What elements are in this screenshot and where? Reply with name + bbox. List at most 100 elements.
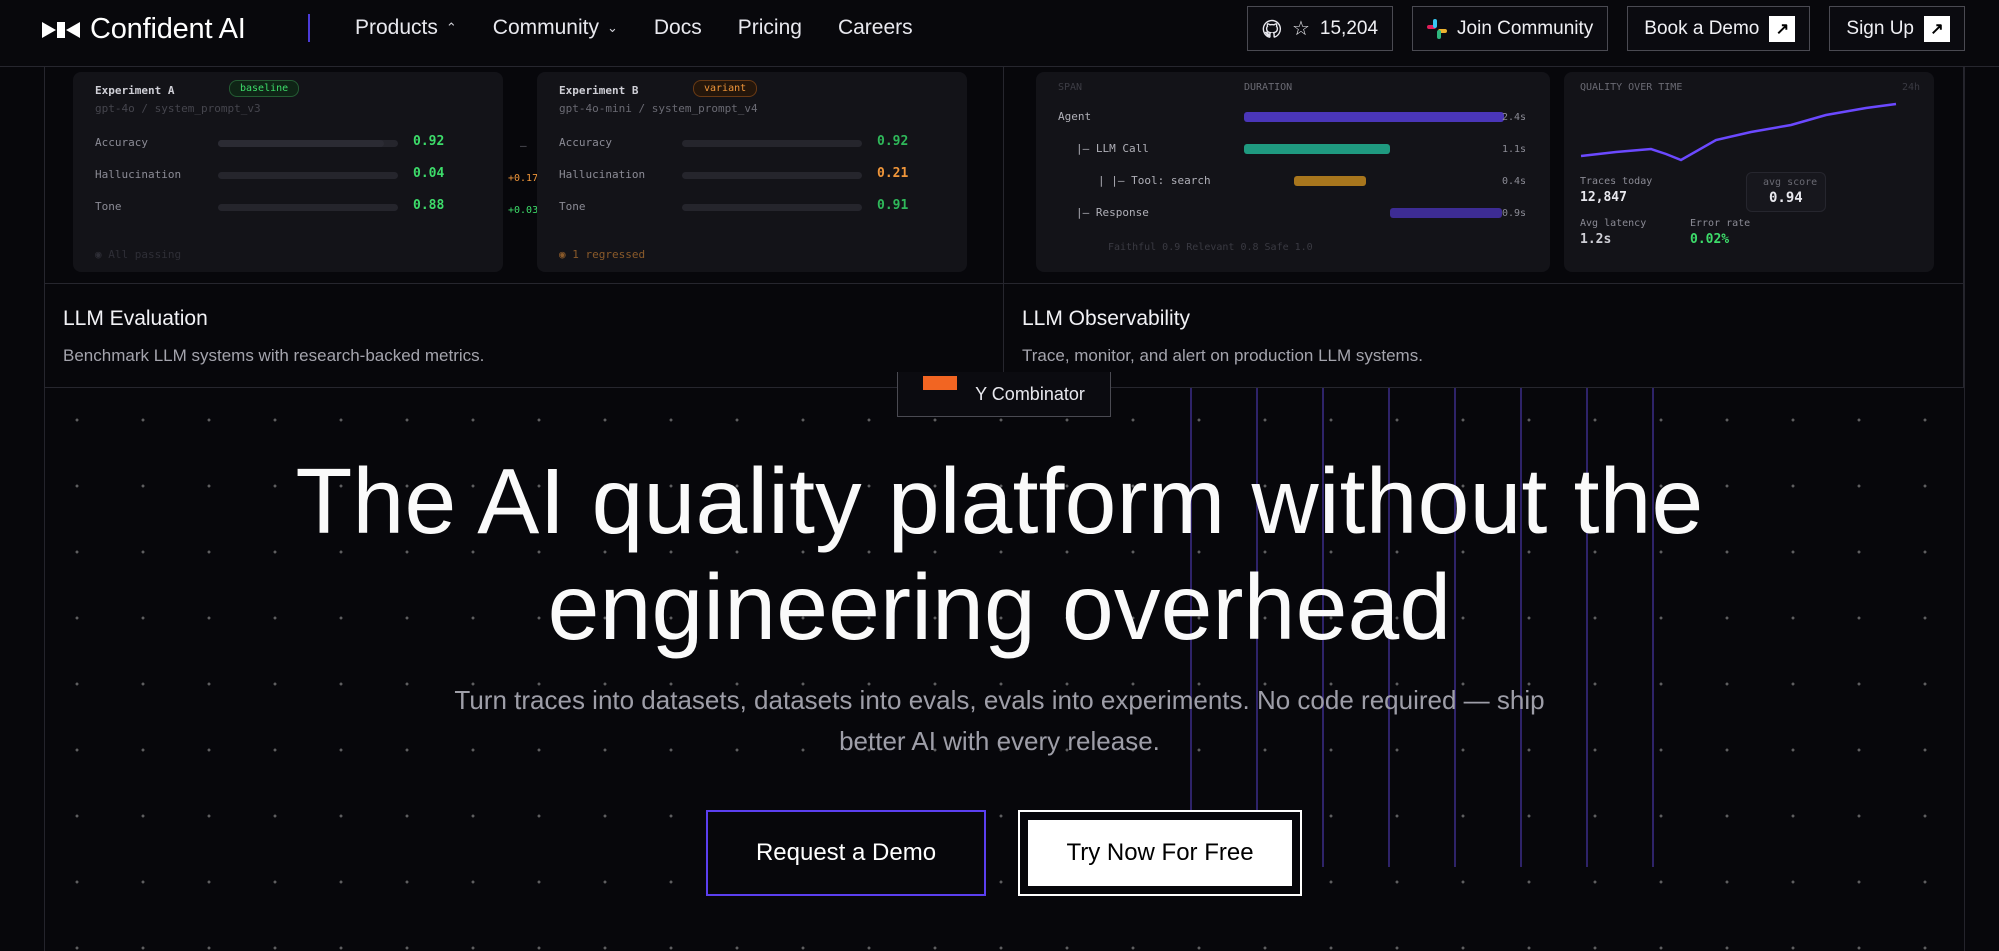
- metric-hallucination-label: Hallucination: [95, 168, 182, 181]
- metric-accuracy-label: Accuracy: [95, 136, 148, 149]
- nav-community[interactable]: Community ⌄: [493, 16, 618, 40]
- experiment-a-status: ◉ All passing: [95, 248, 182, 261]
- quality-sparkline: [1580, 102, 1897, 162]
- yc-badge-label: Y Combinator: [975, 383, 1085, 404]
- brand-name: Confident AI: [90, 13, 246, 45]
- experiment-a-name: Experiment A: [95, 84, 175, 97]
- observability-preview: SPAN DURATION Agent 2.4s |— LLM Call 1.1…: [1004, 67, 1963, 284]
- nav-actions: ☆ 15,204 Join Community Book a Demo ↗ Si…: [1246, 6, 1965, 51]
- avg-latency-value: 1.2s: [1580, 232, 1612, 247]
- experiment-a-panel: Experiment A baseline gpt-4o / system_pr…: [73, 72, 503, 272]
- avg-score-box: avg score 0.94: [1746, 172, 1826, 212]
- sign-up-button[interactable]: Sign Up ↗: [1829, 6, 1965, 51]
- top-navbar: Confident AI Products ⌃ Community ⌄ Docs P…: [0, 0, 1999, 67]
- join-community-label: Join Community: [1457, 17, 1594, 39]
- hero-headline: The AI quality platform without the engi…: [0, 448, 1999, 660]
- span-header: SPAN: [1058, 82, 1083, 93]
- card-subtitle: Benchmark LLM systems with research-back…: [63, 346, 485, 365]
- span-tool-search: | |— Tool: search: [1098, 174, 1211, 187]
- chevron-up-icon: ⌃: [445, 20, 457, 35]
- span-response: |— Response: [1076, 206, 1149, 219]
- product-cards: Experiment A baseline gpt-4o / system_pr…: [44, 67, 1965, 388]
- card-divider: [45, 283, 1003, 284]
- slack-icon: [1427, 18, 1448, 39]
- experiment-b-model: gpt-4o-mini / system_prompt_v4: [559, 102, 758, 115]
- card-llm-evaluation[interactable]: Experiment A baseline gpt-4o / system_pr…: [44, 67, 1004, 388]
- hero-subheadline-line-2: better AI with every release.: [839, 726, 1160, 756]
- nav-links: Products ⌃ Community ⌄ Docs Pricing Career…: [355, 16, 913, 40]
- nav-separator: [308, 14, 310, 42]
- error-rate-value: 0.02%: [1690, 232, 1730, 247]
- metric-hallucination-a: 0.04: [413, 166, 445, 181]
- github-icon: [1262, 19, 1281, 38]
- github-star-count: 15,204: [1319, 17, 1379, 39]
- span-agent-duration: 2.4s: [1502, 112, 1527, 123]
- metric-tone-b: 0.91: [877, 198, 909, 213]
- github-stars-button[interactable]: ☆ 15,204: [1246, 6, 1394, 51]
- metric-accuracy-a: 0.92: [413, 134, 445, 149]
- nav-products-label: Products: [355, 16, 438, 39]
- nav-community-label: Community: [492, 16, 599, 39]
- join-community-button[interactable]: Join Community: [1412, 6, 1609, 51]
- nav-products[interactable]: Products ⌃: [355, 16, 457, 40]
- experiment-b-panel: Experiment B variant gpt-4o-mini / syste…: [537, 72, 967, 272]
- metric-tone-label: Tone: [95, 200, 122, 213]
- experiment-a-model: gpt-4o / system_prompt_v3: [95, 102, 261, 115]
- metric-tone-delta: +0.03: [508, 205, 539, 216]
- metric-accuracy-label-b: Accuracy: [559, 136, 612, 149]
- card-llm-observability[interactable]: SPAN DURATION Agent 2.4s |— LLM Call 1.1…: [1004, 67, 1964, 388]
- arrow-up-right-icon: ↗: [1769, 15, 1796, 42]
- quality-panel: QUALITY OVER TIME 24h Traces today 12,84…: [1564, 72, 1934, 272]
- try-now-free-button[interactable]: Try Now For Free: [1018, 810, 1302, 896]
- sign-up-label: Sign Up: [1846, 17, 1914, 39]
- span-llm-call-duration: 1.1s: [1502, 144, 1527, 155]
- bowtie-logo-icon: [42, 20, 80, 40]
- book-demo-label: Book a Demo: [1644, 17, 1760, 39]
- variant-tag: variant: [693, 80, 758, 97]
- book-demo-button[interactable]: Book a Demo ↗: [1627, 6, 1811, 51]
- metric-accuracy-b: 0.92: [877, 134, 909, 149]
- error-rate-label: Error rate: [1690, 218, 1751, 229]
- metric-tone-label-b: Tone: [559, 200, 586, 213]
- metric-hallucination-b: 0.21: [877, 166, 909, 181]
- arrow-up-right-icon: ↗: [1924, 15, 1950, 42]
- card-divider: [1004, 283, 1963, 284]
- avg-score-label: avg score: [1763, 177, 1818, 188]
- request-demo-button[interactable]: Request a Demo: [706, 810, 986, 896]
- card-title: LLM Evaluation: [63, 307, 208, 330]
- span-response-duration: 0.9s: [1502, 208, 1527, 219]
- hero-subheadline: Turn traces into datasets, datasets into…: [0, 680, 1999, 762]
- card-title: LLM Observability: [1022, 307, 1191, 330]
- span-llm-call: |— LLM Call: [1076, 142, 1149, 155]
- yc-logo-icon: [923, 376, 958, 390]
- trace-panel: SPAN DURATION Agent 2.4s |— LLM Call 1.1…: [1036, 72, 1550, 272]
- experiment-b-name: Experiment B: [559, 84, 639, 97]
- span-tool-search-duration: 0.4s: [1502, 176, 1527, 187]
- card-subtitle: Trace, monitor, and alert on production …: [1022, 346, 1423, 365]
- evaluation-preview: Experiment A baseline gpt-4o / system_pr…: [45, 67, 1003, 284]
- duration-header: DURATION: [1244, 82, 1293, 93]
- try-now-free-label: Try Now For Free: [1028, 820, 1292, 886]
- nav-docs[interactable]: Docs: [654, 16, 702, 40]
- baseline-tag: baseline: [229, 80, 300, 97]
- eval-scores: Faithful 0.9 Relevant 0.8 Safe 1.0: [1108, 242, 1313, 253]
- traces-today-value: 12,847: [1580, 190, 1627, 205]
- star-icon: ☆: [1291, 18, 1310, 40]
- brand-logo[interactable]: Confident AI: [42, 13, 246, 46]
- hero-headline-line-1: The AI quality platform without the: [295, 449, 1704, 553]
- avg-score-value: 0.94: [1769, 190, 1803, 206]
- span-agent: Agent: [1058, 110, 1092, 123]
- metric-accuracy-delta: —: [520, 139, 527, 152]
- hero-headline-line-2: engineering overhead: [547, 555, 1452, 659]
- experiment-b-status: ◉ 1 regressed: [559, 248, 646, 261]
- hero-subheadline-line-1: Turn traces into datasets, datasets into…: [454, 685, 1545, 715]
- yc-badge[interactable]: Y Combinator: [897, 372, 1111, 417]
- metric-hallucination-label-b: Hallucination: [559, 168, 646, 181]
- metric-hallucination-delta: +0.17: [508, 173, 539, 184]
- nav-pricing[interactable]: Pricing: [738, 16, 802, 40]
- nav-careers[interactable]: Careers: [838, 16, 913, 40]
- page: Confident AI Products ⌃ Community ⌄ Docs P…: [0, 0, 1999, 951]
- traces-today-label: Traces today: [1580, 176, 1653, 187]
- chevron-down-icon: ⌄: [606, 20, 618, 35]
- avg-latency-label: Avg latency: [1580, 218, 1647, 229]
